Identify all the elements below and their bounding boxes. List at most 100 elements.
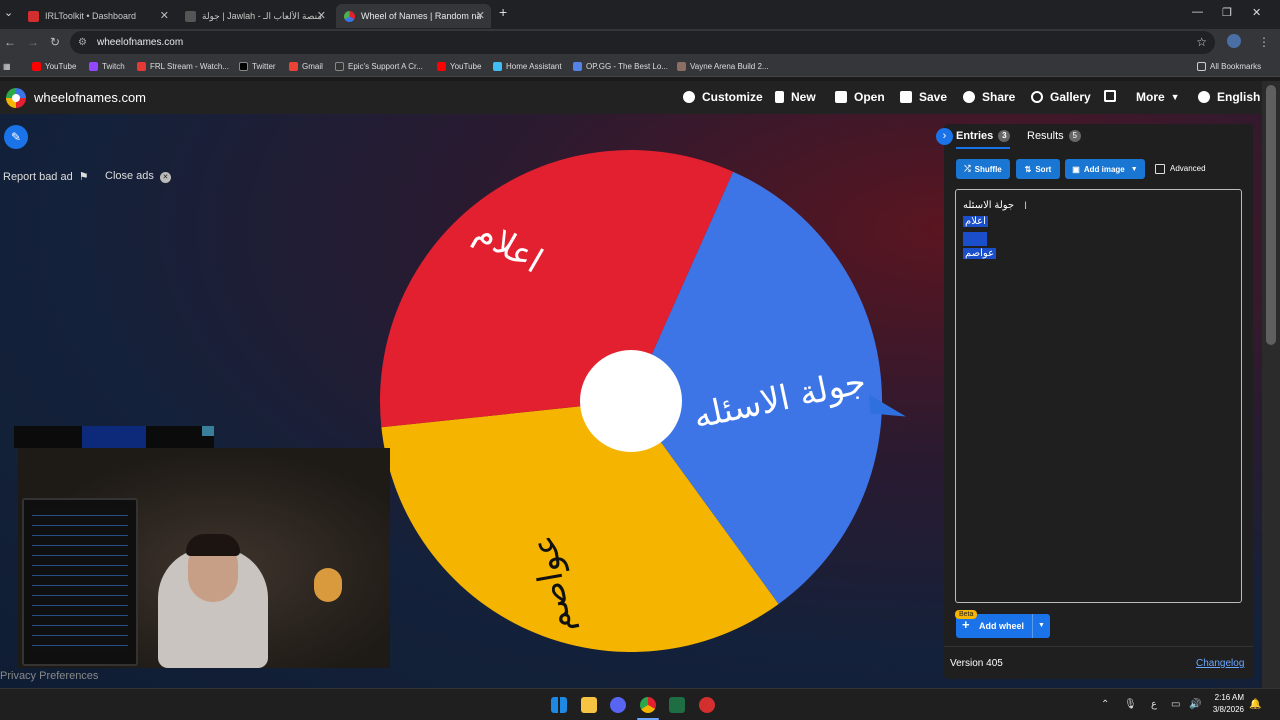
all-bookmarks[interactable]: All Bookmarks bbox=[1197, 60, 1261, 73]
customize-button[interactable]: Customize bbox=[683, 90, 763, 104]
browser-toolbar: ← → ↻ ⚙ wheelofnames.com ☆ ⋮ bbox=[0, 29, 1280, 56]
version-label: Version 405 bbox=[950, 658, 1003, 669]
close-tab-icon[interactable]: ✕ bbox=[160, 9, 169, 22]
back-icon[interactable]: ← bbox=[4, 35, 16, 49]
bookmark-youtube[interactable]: YouTube bbox=[32, 60, 76, 73]
new-button[interactable]: New bbox=[775, 90, 816, 104]
wheel-center-button[interactable] bbox=[580, 350, 682, 452]
forward-icon[interactable]: → bbox=[27, 35, 39, 49]
youtube-icon bbox=[437, 62, 446, 71]
bookmark-youtube-2[interactable]: YouTube bbox=[437, 60, 481, 73]
save-button[interactable]: Save bbox=[900, 90, 947, 104]
bookmark-twitter[interactable]: Twitter bbox=[239, 60, 276, 73]
report-bad-ad-link[interactable]: Report bad ad ⚑ bbox=[3, 170, 89, 183]
tab-entries[interactable]: Entries 3 bbox=[956, 130, 1011, 142]
reload-icon[interactable]: ↻ bbox=[50, 35, 60, 49]
browser-tab-strip: ⌄ IRLToolkit • Dashboard ✕ جولة | Jawlah… bbox=[0, 0, 1280, 29]
add-image-label: Add image bbox=[1083, 164, 1125, 174]
tab-irltoolkit[interactable]: IRLToolkit • Dashboard ✕ bbox=[20, 4, 175, 28]
share-button[interactable]: Share bbox=[963, 90, 1015, 104]
open-button[interactable]: Open bbox=[835, 90, 885, 104]
entries-textarea[interactable]: جولة الاسئله I اعلام عواصم bbox=[955, 189, 1242, 603]
chrome-icon[interactable] bbox=[640, 697, 656, 713]
epic-icon bbox=[335, 62, 344, 71]
bookmark-label: YouTube bbox=[450, 62, 482, 71]
logo-text[interactable]: wheelofnames.com bbox=[34, 90, 146, 105]
file-explorer-icon[interactable] bbox=[581, 697, 597, 713]
bookmark-opgg[interactable]: OP.GG - The Best Lo... bbox=[573, 60, 668, 73]
bookmark-frl-stream[interactable]: FRL Stream - Watch... bbox=[137, 60, 229, 73]
tray-expand-icon[interactable]: ⌃ bbox=[1101, 699, 1109, 710]
address-bar[interactable]: ⚙ wheelofnames.com ☆ bbox=[70, 31, 1215, 54]
privacy-preferences-link[interactable]: Privacy Preferences bbox=[0, 670, 98, 682]
menu-label: Customize bbox=[702, 90, 763, 104]
wheel[interactable]: جولة الاسئله عواصم اعلام bbox=[370, 148, 910, 658]
bookmark-epic-support[interactable]: Epic's Support A Cr... bbox=[335, 60, 423, 73]
close-tab-icon[interactable]: ✕ bbox=[476, 9, 485, 22]
all-bookmarks-label: All Bookmarks bbox=[1210, 62, 1262, 71]
more-button[interactable]: More ▼ bbox=[1136, 90, 1180, 104]
frl-icon bbox=[137, 62, 146, 71]
sort-button[interactable]: ⇅ Sort bbox=[1016, 159, 1060, 179]
volume-icon[interactable]: 🔊 bbox=[1189, 699, 1201, 710]
close-tab-icon[interactable]: ✕ bbox=[317, 9, 326, 22]
sort-icon: ⇅ bbox=[1024, 164, 1032, 174]
fullscreen-button[interactable] bbox=[1104, 90, 1123, 102]
menu-label: Open bbox=[854, 90, 885, 104]
tab-results[interactable]: Results 5 bbox=[1027, 130, 1081, 142]
xbox-icon[interactable] bbox=[669, 697, 685, 713]
tab-jawlah[interactable]: جولة | Jawlah - منصة الألعاب الـ ✕ bbox=[177, 4, 332, 28]
tab-search-icon[interactable]: ⌄ bbox=[4, 6, 13, 19]
bookmark-star-icon[interactable]: ☆ bbox=[1196, 31, 1207, 54]
language-button[interactable]: English bbox=[1198, 90, 1260, 104]
advanced-checkbox[interactable] bbox=[1155, 164, 1165, 174]
twitch-icon bbox=[89, 62, 98, 71]
browser-menu-icon[interactable]: ⋮ bbox=[1258, 35, 1270, 49]
webcam-overlay bbox=[18, 448, 390, 668]
tab-wheelofnames[interactable]: Wheel of Names | Random nam ✕ bbox=[336, 4, 491, 28]
gallery-button[interactable]: Gallery bbox=[1031, 90, 1091, 104]
network-icon[interactable]: ▭ bbox=[1171, 699, 1180, 710]
site-info-icon[interactable]: ⚙ bbox=[78, 31, 87, 54]
window-close-icon[interactable]: ✕ bbox=[1252, 6, 1261, 19]
irltoolkit-favicon-icon bbox=[28, 10, 39, 22]
changelog-link[interactable]: Changelog bbox=[1196, 658, 1244, 669]
new-tab-icon[interactable]: + bbox=[499, 4, 507, 20]
red-app-icon[interactable] bbox=[699, 697, 715, 713]
profile-avatar[interactable] bbox=[1227, 34, 1241, 48]
stream-overlay-bar bbox=[14, 426, 214, 448]
plus-icon: + bbox=[962, 617, 970, 632]
bookmarks-bar: ▦ YouTube Twitch FRL Stream - Watch... T… bbox=[0, 56, 1280, 77]
menu-label: New bbox=[791, 90, 816, 104]
collapse-panel-icon[interactable]: › bbox=[936, 128, 953, 145]
bookmark-vayne[interactable]: Vayne Arena Build 2... bbox=[677, 60, 769, 73]
results-count-badge: 5 bbox=[1068, 130, 1081, 142]
add-image-button[interactable]: ▣ Add image ▼ bbox=[1065, 159, 1145, 179]
shuffle-button[interactable]: ⤮ Shuffle bbox=[956, 159, 1010, 179]
caret-down-icon[interactable]: ▼ bbox=[1038, 622, 1045, 629]
image-icon: ▣ bbox=[1072, 164, 1080, 174]
notification-bell-icon[interactable]: 🔔 bbox=[1249, 699, 1261, 710]
palette-icon bbox=[683, 91, 695, 103]
search-icon bbox=[1031, 91, 1043, 103]
bookmark-label: Epic's Support A Cr... bbox=[348, 62, 423, 71]
microphone-icon[interactable]: 🎙 bbox=[1124, 699, 1137, 710]
restore-icon[interactable]: ❐ bbox=[1222, 6, 1232, 19]
page-scrollbar[interactable] bbox=[1262, 81, 1280, 688]
menu-label: Share bbox=[982, 90, 1016, 104]
discord-icon[interactable] bbox=[610, 697, 626, 713]
bookmark-gmail[interactable]: Gmail bbox=[289, 60, 323, 73]
edit-pencil-icon[interactable]: ✎ bbox=[4, 125, 28, 149]
wheelofnames-logo-icon[interactable] bbox=[6, 88, 26, 108]
clock-time[interactable]: 2:16 AM bbox=[1210, 693, 1244, 702]
apps-grid-icon[interactable]: ▦ bbox=[3, 60, 11, 73]
bookmark-twitch[interactable]: Twitch bbox=[89, 60, 125, 73]
clock-date[interactable]: 3/8/2026 bbox=[1208, 705, 1244, 714]
close-ads-link[interactable]: Close ads ✕ bbox=[105, 170, 171, 183]
scrollbar-thumb[interactable] bbox=[1266, 85, 1276, 345]
start-windows-icon[interactable] bbox=[551, 697, 567, 713]
language-indicator[interactable]: ع bbox=[1151, 699, 1157, 710]
minimize-icon[interactable]: — bbox=[1192, 6, 1203, 18]
app-header: wheelofnames.com Customize New Open Save… bbox=[0, 81, 1262, 114]
bookmark-home-assistant[interactable]: Home Assistant bbox=[493, 60, 562, 73]
